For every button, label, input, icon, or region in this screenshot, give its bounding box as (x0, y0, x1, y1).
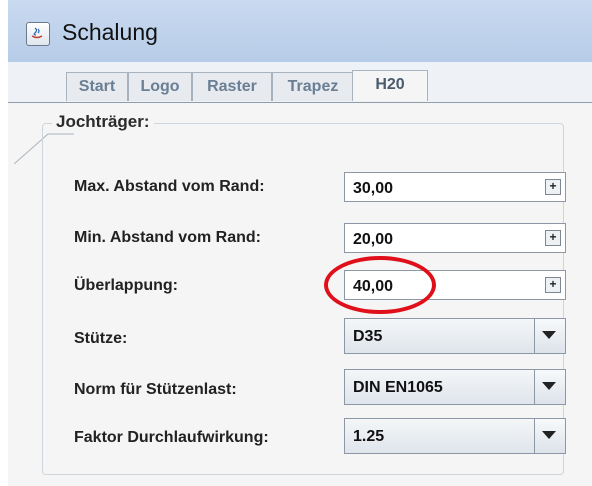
chevron-down-icon (542, 431, 556, 439)
faktor-dropdown-button[interactable] (534, 419, 565, 453)
max-abstand-input[interactable]: 30,00 + (344, 172, 566, 202)
title-bar: Schalung (8, 0, 592, 63)
stuetze-dropdown-button[interactable] (534, 319, 565, 353)
min-abstand-spin-button[interactable]: + (545, 230, 561, 246)
faktor-value: 1.25 (353, 428, 385, 445)
max-abstand-spin-button[interactable]: + (545, 179, 561, 195)
java-app-icon (26, 22, 50, 46)
stuetze-value: D35 (353, 328, 383, 345)
max-abstand-value: 30,00 (353, 180, 394, 197)
tab-trapez[interactable]: Trapez (272, 72, 354, 101)
tab-logo[interactable]: Logo (128, 72, 192, 101)
max-abstand-label: Max. Abstand vom Rand: (74, 178, 265, 195)
highlight-ellipse (324, 256, 436, 314)
tab-start[interactable]: Start (66, 72, 128, 101)
chevron-down-icon (542, 382, 556, 390)
faktor-label: Faktor Durchlaufwirkung: (74, 429, 269, 446)
ueberlappung-label: Überlappung: (74, 277, 178, 294)
min-abstand-label: Min. Abstand vom Rand: (74, 229, 261, 246)
stuetze-label: Stütze: (74, 330, 128, 347)
min-abstand-value: 20,00 (353, 231, 394, 248)
norm-dropdown-button[interactable] (534, 370, 565, 404)
tab-bar: Start Logo Raster Trapez H20 (8, 62, 592, 164)
group-title: Jochträger: (52, 112, 154, 132)
tab-raster[interactable]: Raster (192, 72, 272, 101)
norm-label: Norm für Stützenlast: (74, 381, 237, 398)
norm-select[interactable]: DIN EN1065 (344, 369, 566, 405)
app-window: Schalung Start Logo Raster Trapez H20 Jo… (8, 0, 592, 486)
window-title: Schalung (62, 19, 158, 45)
stuetze-select[interactable]: D35 (344, 318, 566, 354)
faktor-select[interactable]: 1.25 (344, 418, 566, 454)
tab-h20[interactable]: H20 (352, 70, 428, 101)
norm-value: DIN EN1065 (353, 379, 443, 396)
chevron-down-icon (542, 331, 556, 339)
ueberlappung-spin-button[interactable]: + (545, 277, 561, 293)
min-abstand-input[interactable]: 20,00 + (344, 223, 566, 253)
